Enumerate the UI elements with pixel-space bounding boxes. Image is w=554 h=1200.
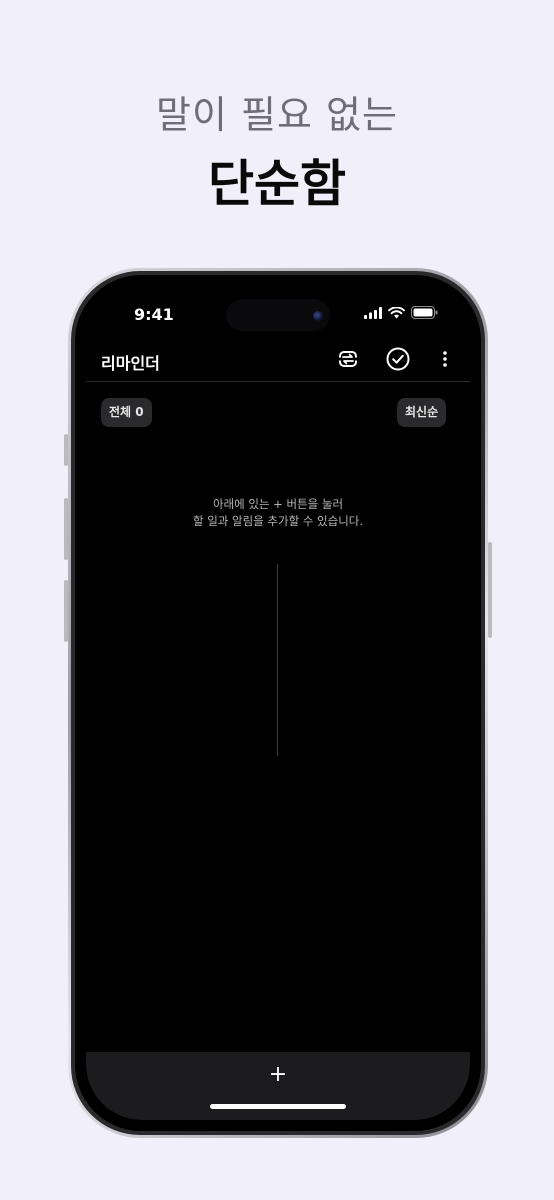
add-button[interactable]: +	[258, 1060, 298, 1090]
status-icons	[364, 306, 438, 319]
phone-power-button	[488, 542, 492, 638]
home-indicator[interactable]	[210, 1104, 346, 1109]
cellular-signal-icon	[364, 306, 382, 319]
wifi-icon	[388, 306, 405, 318]
bottom-bar: +	[86, 1052, 470, 1120]
empty-state-line1: 아래에 있는 + 버튼을 눌러	[212, 497, 344, 511]
empty-state-message: 아래에 있는 + 버튼을 눌러 할 일과 알림을 추가할 수 있습니다.	[86, 496, 470, 530]
battery-icon	[411, 306, 438, 319]
promo-title: 단순함	[208, 155, 346, 213]
camera-icon	[313, 311, 323, 321]
phone-screen: 9:41 리마인더 전체 0 최신순 아래에 있는 + 버튼을 눌러 할 일과 …	[86, 286, 470, 1120]
sort-latest-chip[interactable]: 최신순	[397, 398, 447, 427]
app-title: 리마인더	[101, 354, 160, 373]
empty-state-line2: 할 일과 알림을 추가할 수 있습니다.	[192, 514, 364, 528]
promo-subtitle: 말이 필요 없는	[156, 93, 398, 137]
app-header: 리마인더	[86, 336, 470, 382]
status-time: 9:41	[134, 305, 174, 324]
swap-icon[interactable]	[335, 346, 361, 372]
empty-state-guide-line	[277, 564, 278, 756]
more-vertical-icon[interactable]	[432, 346, 458, 372]
check-circle-icon[interactable]	[385, 346, 411, 372]
filter-all-chip[interactable]: 전체 0	[101, 398, 152, 427]
